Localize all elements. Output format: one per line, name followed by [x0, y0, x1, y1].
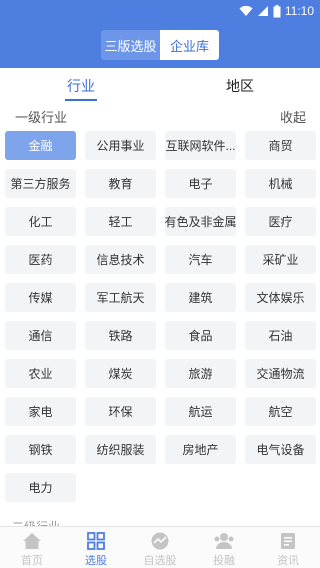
industry-chip[interactable]: 家电 — [5, 397, 76, 426]
industry-chip[interactable]: 信息技术 — [85, 245, 156, 274]
section-title: 一级行业 — [15, 110, 68, 125]
nav-watchlist-label: 自选股 — [143, 555, 177, 567]
industry-chip[interactable]: 第三方服务 — [5, 169, 76, 198]
tab-stock-picker[interactable]: 三版选股 — [101, 30, 160, 60]
industry-chip[interactable]: 铁路 — [85, 321, 156, 350]
nav-stock-select[interactable]: 选股 — [64, 527, 128, 568]
industry-chip[interactable]: 医药 — [5, 245, 76, 274]
trend-icon — [149, 532, 171, 550]
section-header: 一级行业 收起 — [0, 104, 320, 126]
secondary-section-title: 二级行业 — [12, 518, 60, 526]
industry-chip[interactable]: 军工航天 — [85, 283, 156, 312]
industry-chip[interactable]: 医疗 — [245, 207, 316, 236]
industry-chip[interactable]: 农业 — [5, 359, 76, 388]
industry-chip[interactable]: 公用事业 — [85, 131, 156, 160]
industry-chip[interactable]: 电气设备 — [245, 435, 316, 464]
industry-chip[interactable]: 纺织服装 — [85, 435, 156, 464]
tab-region[interactable]: 地区 — [226, 76, 254, 96]
nav-watchlist[interactable]: 自选股 — [128, 527, 192, 568]
battery-icon — [273, 4, 281, 18]
mode-switch: 三版选股 企业库 — [101, 30, 219, 60]
industry-chip[interactable]: 汽车 — [165, 245, 236, 274]
industry-chip[interactable]: 航空 — [245, 397, 316, 426]
industry-chip[interactable]: 传媒 — [5, 283, 76, 312]
industry-chip[interactable]: 电力 — [5, 473, 76, 502]
bottom-tab-bar: 首页 选股 自选股 投融 资讯 — [0, 526, 320, 568]
industry-chip[interactable]: 石油 — [245, 321, 316, 350]
industry-chip[interactable]: 航运 — [165, 397, 236, 426]
grid-icon — [87, 532, 105, 550]
industry-chip[interactable]: 建筑 — [165, 283, 236, 312]
collapse-button[interactable]: 收起 — [280, 107, 306, 126]
nav-investment[interactable]: 投融 — [192, 527, 256, 568]
nav-news[interactable]: 资讯 — [256, 527, 320, 568]
home-icon — [22, 532, 42, 550]
tab-indicator — [65, 99, 97, 101]
industry-chip[interactable]: 商贸 — [245, 131, 316, 160]
industry-chip[interactable]: 机械 — [245, 169, 316, 198]
industry-chip[interactable]: 金融 — [5, 131, 76, 160]
document-icon — [280, 532, 296, 550]
industry-chip[interactable]: 采矿业 — [245, 245, 316, 274]
industry-chip[interactable]: 环保 — [85, 397, 156, 426]
industry-chip[interactable]: 食品 — [165, 321, 236, 350]
category-tabs: 行业 地区 — [0, 68, 320, 102]
industry-chip[interactable]: 教育 — [85, 169, 156, 198]
wifi-icon — [239, 5, 253, 17]
industry-chip[interactable]: 交通物流 — [245, 359, 316, 388]
industry-chip[interactable]: 互联网软件... — [165, 131, 236, 160]
industry-grid: 金融 公用事业 互联网软件... 商贸第三方服务 教育 电子 机械化工 轻工 有色及非金属 医疗医… — [5, 131, 316, 502]
industry-chip[interactable]: 化工 — [5, 207, 76, 236]
status-bar: 11:10 — [0, 0, 320, 22]
industry-chip[interactable]: 煤炭 — [85, 359, 156, 388]
nav-investment-label: 投融 — [213, 555, 235, 567]
industry-chip[interactable]: 电子 — [165, 169, 236, 198]
status-time: 11:10 — [284, 4, 314, 18]
industry-chip[interactable]: 有色及非金属 — [165, 207, 236, 236]
tab-company-library[interactable]: 企业库 — [160, 30, 219, 60]
industry-chip[interactable]: 通信 — [5, 321, 76, 350]
status-icons: 11:10 — [239, 3, 314, 19]
header: 三版选股 企业库 — [0, 22, 320, 68]
industry-chip[interactable]: 钢铁 — [5, 435, 76, 464]
signal-icon — [257, 5, 269, 17]
nav-home-label: 首页 — [21, 555, 43, 567]
nav-news-label: 资讯 — [277, 555, 299, 567]
users-icon — [213, 532, 235, 550]
industry-chip[interactable]: 旅游 — [165, 359, 236, 388]
industry-chip[interactable]: 房地产 — [165, 435, 236, 464]
tab-industry[interactable]: 行业 — [67, 76, 95, 96]
nav-home[interactable]: 首页 — [0, 527, 64, 568]
nav-stock-select-label: 选股 — [85, 555, 107, 567]
industry-chip[interactable]: 轻工 — [85, 207, 156, 236]
industry-chip[interactable]: 文体娱乐 — [245, 283, 316, 312]
